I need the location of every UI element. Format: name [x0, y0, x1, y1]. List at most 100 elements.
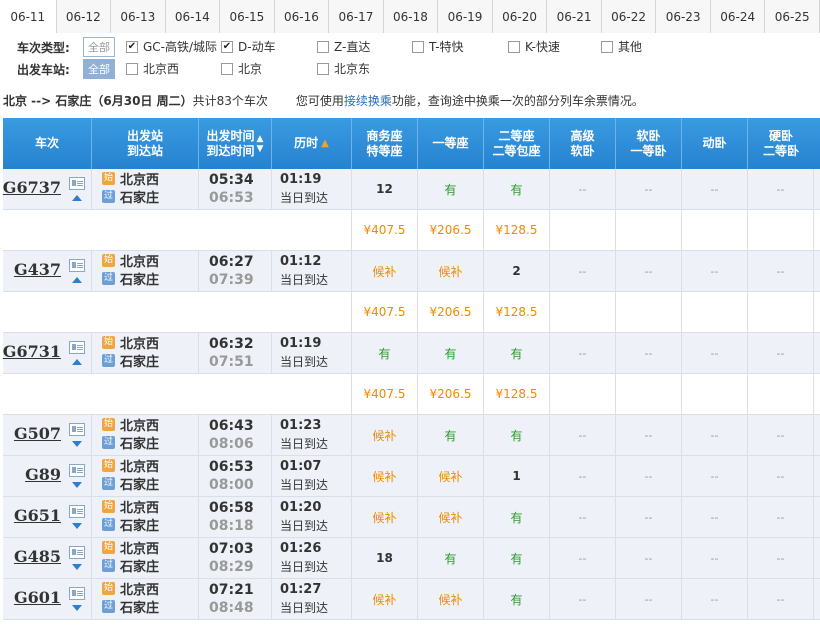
from-station: 始北京西 — [102, 169, 159, 188]
from-station-name[interactable]: 北京西 — [120, 538, 159, 557]
date-tab-06-20[interactable]: 06-20 — [492, 0, 548, 33]
seat-availability: -- — [776, 346, 785, 360]
type-filter-1[interactable]: ✔ D-动车 — [221, 38, 276, 55]
train-info-icon[interactable] — [69, 587, 85, 600]
train-list: G6737 始北京西过石家庄 05:34 06:53 01:19 当日到达 12 有有 -- --… — [3, 169, 820, 620]
train-cell: G6731 — [3, 333, 92, 373]
seat-availability[interactable]: 候补 — [438, 591, 462, 608]
station-filter-0[interactable]: 北京西 — [126, 60, 179, 77]
date-tab-06-19[interactable]: 06-19 — [438, 0, 493, 33]
train-type-all-button[interactable]: 全部 — [83, 37, 115, 57]
duration: 01:23 — [280, 418, 322, 433]
train-number-link[interactable]: G437 — [14, 260, 61, 279]
date-tab-06-24[interactable]: 06-24 — [710, 0, 766, 33]
train-info-icon[interactable] — [69, 423, 85, 436]
price-cell — [550, 374, 616, 414]
seat-availability[interactable]: 候补 — [372, 263, 396, 280]
date-tab-06-25[interactable]: 06-25 — [765, 0, 820, 33]
to-station-name[interactable]: 石家庄 — [120, 269, 159, 288]
header-time-sort[interactable]: 出发时间 到达时间 ▲ ▼ — [199, 118, 272, 169]
seat-availability: 1 — [512, 469, 521, 483]
to-station-name[interactable]: 石家庄 — [120, 597, 159, 616]
seat-cell: 候补 — [418, 497, 484, 537]
date-tab-06-15[interactable]: 06-15 — [220, 0, 275, 33]
seat-availability: 有 — [444, 428, 457, 443]
expand-arrow-icon[interactable] — [72, 523, 82, 529]
to-station-name[interactable]: 石家庄 — [120, 556, 159, 575]
collapse-arrow-icon[interactable] — [72, 195, 82, 201]
type-filter-0[interactable]: ✔ GC-高铁/城际 — [126, 38, 217, 55]
expand-arrow-icon[interactable] — [72, 482, 82, 488]
station-filter-1[interactable]: 北京 — [221, 60, 262, 77]
train-info-icon[interactable] — [69, 177, 85, 190]
from-station-name[interactable]: 北京西 — [120, 415, 159, 434]
transfer-link[interactable]: 接续换乘 — [344, 92, 392, 109]
seat-price: ¥407.5 — [363, 387, 406, 401]
train-info-icon[interactable] — [69, 259, 85, 272]
header-duration-sort[interactable]: 历时 ▲ — [272, 118, 352, 169]
date-tab-06-16[interactable]: 06-16 — [274, 0, 330, 33]
train-info-icon[interactable] — [69, 341, 85, 354]
seat-cell: -- — [616, 579, 682, 619]
station-filter-2[interactable]: 北京东 — [317, 60, 370, 77]
train-number-link[interactable]: G651 — [14, 506, 61, 525]
seat-availability[interactable]: 候补 — [372, 591, 396, 608]
sort-arrows-icon: ▲ ▼ — [256, 133, 264, 154]
seat-price: ¥128.5 — [495, 223, 538, 237]
seat-availability[interactable]: 候补 — [372, 427, 396, 444]
date-tab-06-17[interactable]: 06-17 — [329, 0, 384, 33]
to-station-name[interactable]: 石家庄 — [120, 187, 159, 206]
train-info-icon[interactable] — [69, 546, 85, 559]
price-spacer — [3, 292, 352, 332]
type-filter-3[interactable]: T-特快 — [412, 38, 464, 55]
header-train: 车次 — [3, 118, 92, 169]
train-number-link[interactable]: G89 — [25, 465, 61, 484]
seat-availability[interactable]: 候补 — [372, 468, 396, 485]
type-filter-4[interactable]: K-快速 — [508, 38, 560, 55]
seat-availability[interactable]: 候补 — [438, 263, 462, 280]
header-seat-line: 商务座 — [366, 128, 403, 143]
train-number-link[interactable]: G601 — [14, 588, 61, 607]
date-tab-06-14[interactable]: 06-14 — [165, 0, 221, 33]
to-station-name[interactable]: 石家庄 — [120, 515, 159, 534]
station-all-button[interactable]: 全部 — [83, 59, 115, 79]
from-station-name[interactable]: 北京西 — [120, 251, 159, 270]
header-seat-line: 硬卧 — [768, 128, 793, 143]
type-filter-2[interactable]: Z-直达 — [317, 38, 370, 55]
from-station-name[interactable]: 北京西 — [120, 579, 159, 598]
expand-arrow-icon[interactable] — [72, 605, 82, 611]
type-filter-5[interactable]: 其他 — [601, 38, 642, 55]
date-tab-06-18[interactable]: 06-18 — [383, 0, 439, 33]
from-station-name[interactable]: 北京西 — [120, 333, 159, 352]
train-number-link[interactable]: G6731 — [3, 342, 61, 361]
from-station-name[interactable]: 北京西 — [120, 169, 159, 188]
collapse-arrow-icon[interactable] — [72, 359, 82, 365]
train-info-icon[interactable] — [69, 464, 85, 477]
train-number-link[interactable]: G6737 — [3, 178, 61, 197]
from-station: 始北京西 — [102, 456, 159, 475]
train-number-link[interactable]: G485 — [14, 547, 61, 566]
from-station-name[interactable]: 北京西 — [120, 497, 159, 516]
to-station-name[interactable]: 石家庄 — [120, 433, 159, 452]
date-tab-06-23[interactable]: 06-23 — [656, 0, 711, 33]
seat-availability[interactable]: 候补 — [438, 468, 462, 485]
to-station-name[interactable]: 石家庄 — [120, 351, 159, 370]
pass-station-badge: 过 — [102, 599, 115, 613]
seat-availability: -- — [710, 346, 719, 360]
date-tab-06-21[interactable]: 06-21 — [547, 0, 602, 33]
date-tab-06-11[interactable]: 06-11 — [0, 0, 57, 33]
from-station-name[interactable]: 北京西 — [120, 456, 159, 475]
date-tab-06-13[interactable]: 06-13 — [111, 0, 166, 33]
seat-availability: 有 — [510, 346, 523, 361]
seat-availability[interactable]: 候补 — [438, 509, 462, 526]
seat-availability[interactable]: 候补 — [372, 509, 396, 526]
expand-arrow-icon[interactable] — [72, 441, 82, 447]
train-number-link[interactable]: G507 — [14, 424, 61, 443]
seat-availability: -- — [578, 592, 587, 606]
collapse-arrow-icon[interactable] — [72, 277, 82, 283]
date-tab-06-22[interactable]: 06-22 — [601, 0, 657, 33]
to-station-name[interactable]: 石家庄 — [120, 474, 159, 493]
train-info-icon[interactable] — [69, 505, 85, 518]
expand-arrow-icon[interactable] — [72, 564, 82, 570]
date-tab-06-12[interactable]: 06-12 — [56, 0, 112, 33]
